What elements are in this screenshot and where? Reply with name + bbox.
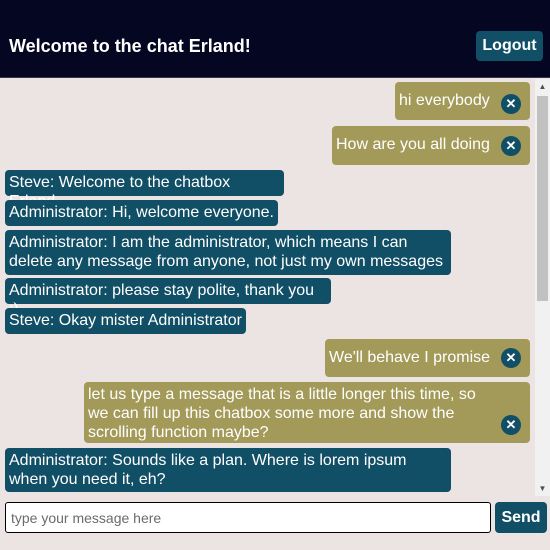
message-text: We'll behave I promise xyxy=(329,349,491,366)
close-icon[interactable]: ✕ xyxy=(501,348,521,368)
message-other: Administrator: please stay polite, thank… xyxy=(5,278,331,318)
chevron-down-icon[interactable]: ▼ xyxy=(535,481,550,496)
close-icon[interactable]: ✕ xyxy=(501,136,521,156)
page-title: Welcome to the chat Erland! xyxy=(9,36,251,56)
message-input[interactable] xyxy=(5,502,491,533)
message-list[interactable]: hi everybody ✕ How are you all doing ✕ S… xyxy=(0,79,535,496)
message-text: How are you all doing xyxy=(336,136,490,153)
message-text: Steve: Okay mister Administrator xyxy=(9,312,242,329)
message-text: hi everybody xyxy=(399,92,490,109)
message-text: Administrator: I am the administrator, w… xyxy=(9,234,443,270)
message-own: How are you all doing ✕ xyxy=(332,126,530,165)
message-text: let us type a message that is a little l… xyxy=(88,386,476,441)
chat-app: Welcome to the chat Erland! Logout hi ev… xyxy=(0,0,550,550)
logout-button[interactable]: Logout xyxy=(476,31,543,61)
message-other: Administrator: I am the administrator, w… xyxy=(5,230,451,275)
close-icon[interactable]: ✕ xyxy=(501,94,521,114)
message-other: Steve: Okay mister Administrator xyxy=(5,308,246,334)
scrollbar-thumb[interactable] xyxy=(537,96,548,301)
header-bar: Welcome to the chat Erland! Logout xyxy=(0,0,550,78)
message-own: We'll behave I promise ✕ xyxy=(325,339,530,377)
composer-bar: Send xyxy=(0,496,550,550)
message-other: Administrator: Sounds like a plan. Where… xyxy=(5,448,451,492)
message-other: Administrator: Hi, welcome everyone. xyxy=(5,200,278,226)
message-text: Administrator: Sounds like a plan. Where… xyxy=(9,452,407,488)
close-icon[interactable]: ✕ xyxy=(501,415,521,435)
message-own: let us type a message that is a little l… xyxy=(84,382,530,443)
send-button[interactable]: Send xyxy=(495,502,547,533)
message-other: Steve: Welcome to the chatbox Erland xyxy=(5,170,284,210)
message-own: hi everybody ✕ xyxy=(395,82,530,120)
message-text: Administrator: Hi, welcome everyone. xyxy=(9,204,274,221)
chevron-up-icon[interactable]: ▲ xyxy=(535,79,550,94)
scrollbar[interactable]: ▲ ▼ xyxy=(535,79,550,496)
